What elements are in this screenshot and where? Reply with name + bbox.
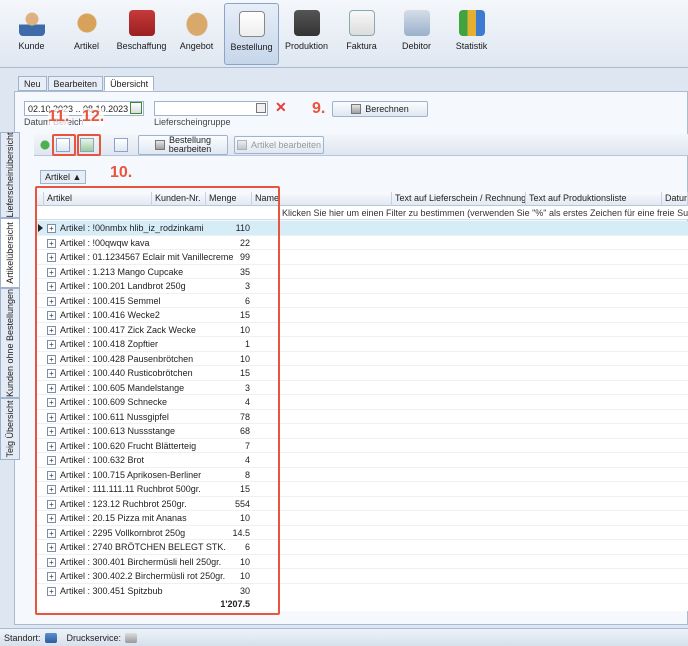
highlight-10: [35, 186, 280, 615]
druckservice-label: Druckservice:: [66, 632, 122, 643]
berechnen-button[interactable]: Berechnen: [332, 101, 428, 117]
ribbon-bestellung-button[interactable]: Bestellung: [224, 3, 279, 65]
ribbon-label: Debitor: [401, 41, 431, 51]
status-bar: Standort: Druckservice:: [0, 628, 688, 646]
edit-icon: [154, 140, 165, 150]
filter-icon[interactable]: [38, 138, 52, 152]
calendar-icon[interactable]: [130, 102, 142, 114]
order-document-icon: [238, 11, 265, 37]
printer-icon: [125, 632, 138, 643]
ribbon-kunde-button[interactable]: Kunde: [4, 0, 59, 66]
ribbon-label: Beschaffung: [116, 41, 167, 51]
tab-neu[interactable]: Neu: [18, 76, 47, 91]
ribbon-angebot-button[interactable]: Angebot: [169, 0, 224, 66]
basket-icon: [128, 10, 155, 36]
grid-toolbar: Bestellung bearbeiten Artikel bearbeiten: [34, 134, 688, 156]
ribbon-label: Angebot: [179, 41, 214, 51]
bread-icon: [73, 10, 100, 36]
col-datum[interactable]: Datum: [662, 192, 688, 206]
col-text-lieferschein[interactable]: Text auf Lieferschein / Rechnung: [392, 192, 526, 206]
vtab-label: Lieferscheinübersicht: [5, 132, 15, 218]
calculator-icon: [351, 104, 362, 114]
bestellung-bearbeiten-button[interactable]: Bestellung bearbeiten: [138, 135, 228, 155]
dropdown-icon[interactable]: [256, 103, 266, 113]
berechnen-label: Berechnen: [365, 104, 409, 114]
artikel-bearbeiten-label: Artikel bearbeiten: [250, 140, 322, 150]
vtab-kunden-ohne-bestellungen[interactable]: Kunden ohne Bestellungen: [0, 288, 20, 398]
tab-row: Neu Bearbeiten Übersicht: [18, 76, 155, 91]
vtab-artikeluebersicht[interactable]: Artikelübersicht: [0, 218, 20, 288]
bestellung-bearbeiten-label: Bestellung bearbeiten: [168, 135, 212, 154]
lieferscheingruppe-input[interactable]: [154, 101, 268, 116]
vtab-teig-uebersicht[interactable]: Teig Übersicht: [0, 398, 20, 460]
callout-9: 9.: [312, 100, 326, 117]
vtab-label: Teig Übersicht: [5, 400, 15, 458]
tab-bearbeiten[interactable]: Bearbeiten: [47, 76, 104, 91]
highlight-12: [77, 134, 101, 156]
ribbon-artikel-button[interactable]: Artikel: [59, 0, 114, 66]
ribbon-label: Faktura: [346, 41, 377, 51]
handshake-icon: [183, 10, 210, 36]
ribbon-produktion-button[interactable]: Produktion: [279, 0, 334, 66]
vtab-label: Kunden ohne Bestellungen: [5, 288, 15, 398]
ribbon-beschaffung-button[interactable]: Beschaffung: [114, 0, 169, 66]
col-text-produktionsliste[interactable]: Text auf Produktionsliste: [526, 192, 662, 206]
ribbon-debitor-button[interactable]: Debitor: [389, 0, 444, 66]
callout-11: 11.: [48, 108, 70, 126]
edit-icon: [236, 140, 247, 150]
filter-hint: Klicken Sie hier um einen Filter zu best…: [282, 208, 688, 218]
clear-icon[interactable]: ✕: [275, 99, 287, 116]
vtab-label: Artikelübersicht: [5, 222, 15, 284]
chart-icon: [458, 10, 485, 36]
location-icon: [44, 632, 57, 643]
debtor-icon: [403, 10, 430, 36]
groupby-chip[interactable]: Artikel ▲: [40, 170, 87, 184]
oven-icon: [293, 10, 320, 36]
lieferscheingruppe-label: Lieferscheingruppe: [154, 117, 231, 127]
layout-icon[interactable]: [114, 138, 128, 152]
callout-12: 12.: [82, 108, 105, 126]
ribbon-bar: Kunde Artikel Beschaffung Angebot Bestellung…: [0, 0, 688, 68]
highlight-11: [52, 134, 76, 156]
invoice-icon: [348, 10, 375, 36]
ribbon-label: Statistik: [455, 41, 488, 51]
ribbon-statistik-button[interactable]: Statistik: [444, 0, 499, 66]
ribbon-label: Kunde: [18, 41, 45, 51]
ribbon-label: Artikel: [73, 41, 99, 51]
ribbon-label: Produktion: [284, 41, 329, 51]
callout-10: 10.: [110, 164, 133, 181]
ribbon-label: Bestellung: [230, 42, 273, 52]
artikel-bearbeiten-button[interactable]: Artikel bearbeiten: [234, 136, 324, 154]
tab-uebersicht[interactable]: Übersicht: [104, 76, 155, 91]
customer-icon: [18, 10, 45, 36]
standort-label: Standort:: [4, 632, 41, 643]
vtab-lieferscheinuebersicht[interactable]: Lieferscheinübersicht: [0, 132, 20, 218]
ribbon-faktura-button[interactable]: Faktura: [334, 0, 389, 66]
